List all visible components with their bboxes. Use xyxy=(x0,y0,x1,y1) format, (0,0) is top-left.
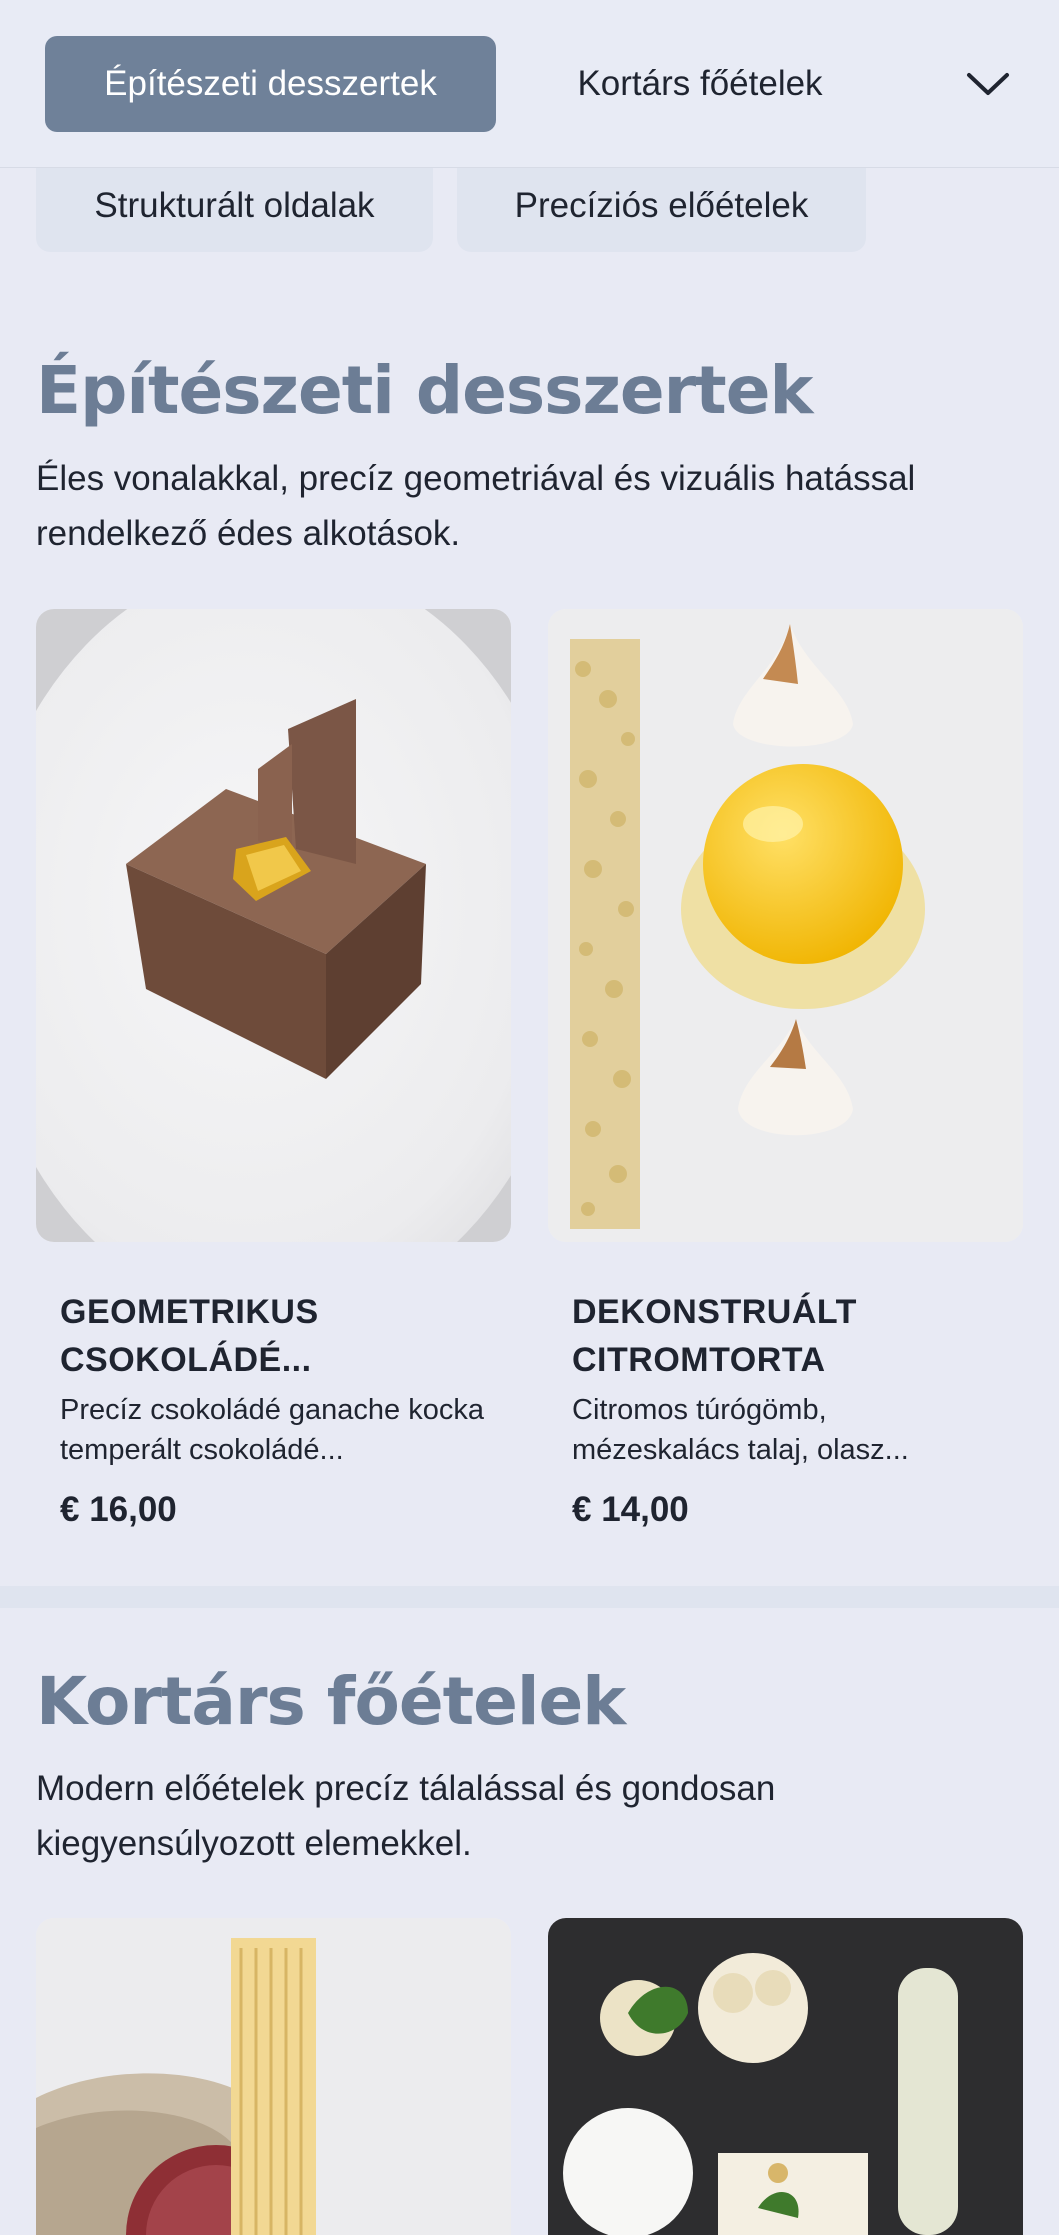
dish-image-dekonstrualt-citromtorta[interactable] xyxy=(548,609,1023,1242)
section-divider xyxy=(0,1586,1059,1608)
dish-image-geometrikus-csokolade[interactable] xyxy=(36,609,511,1242)
dish-price: € 14,00 xyxy=(572,1490,689,1529)
dish-image-foetel-2[interactable] xyxy=(548,1918,1023,2235)
category-nav: Építészeti desszertek Kortárs főételek xyxy=(0,0,1059,168)
section-title-foetelek: Kortárs főételek xyxy=(36,1663,626,1740)
section-description-foetelek: Modern előételek precíz tálalással és go… xyxy=(36,1769,776,1863)
chevron-down-icon[interactable] xyxy=(962,58,1014,110)
chip-precizios-eloetelek[interactable]: Precíziós előételek xyxy=(457,160,866,252)
dish-price: € 16,00 xyxy=(60,1490,177,1529)
chip-strukturalt-oldalak[interactable]: Strukturált oldalak xyxy=(36,160,433,252)
section-description-desszertek: Éles vonalakkal, precíz geometriával és … xyxy=(36,459,916,553)
dish-name[interactable]: GEOMETRIKUS CSOKOLÁDÉ... xyxy=(60,1288,500,1384)
dish-image-foetel-1[interactable] xyxy=(36,1918,511,2235)
tab-epiteszeti-desszertek[interactable]: Építészeti desszertek xyxy=(45,36,496,132)
dish-description: Precíz csokoládé ganache kocka temperált… xyxy=(60,1394,484,1466)
dish-name[interactable]: DEKONSTRUÁLT CITROMTORTA xyxy=(572,1288,1012,1384)
dish-description: Citromos túrógömb, mézeskalács talaj, ol… xyxy=(572,1394,909,1466)
section-title-desszertek: Építészeti desszertek xyxy=(36,352,813,429)
tab-kortars-foetelek[interactable]: Kortárs főételek xyxy=(532,36,868,132)
